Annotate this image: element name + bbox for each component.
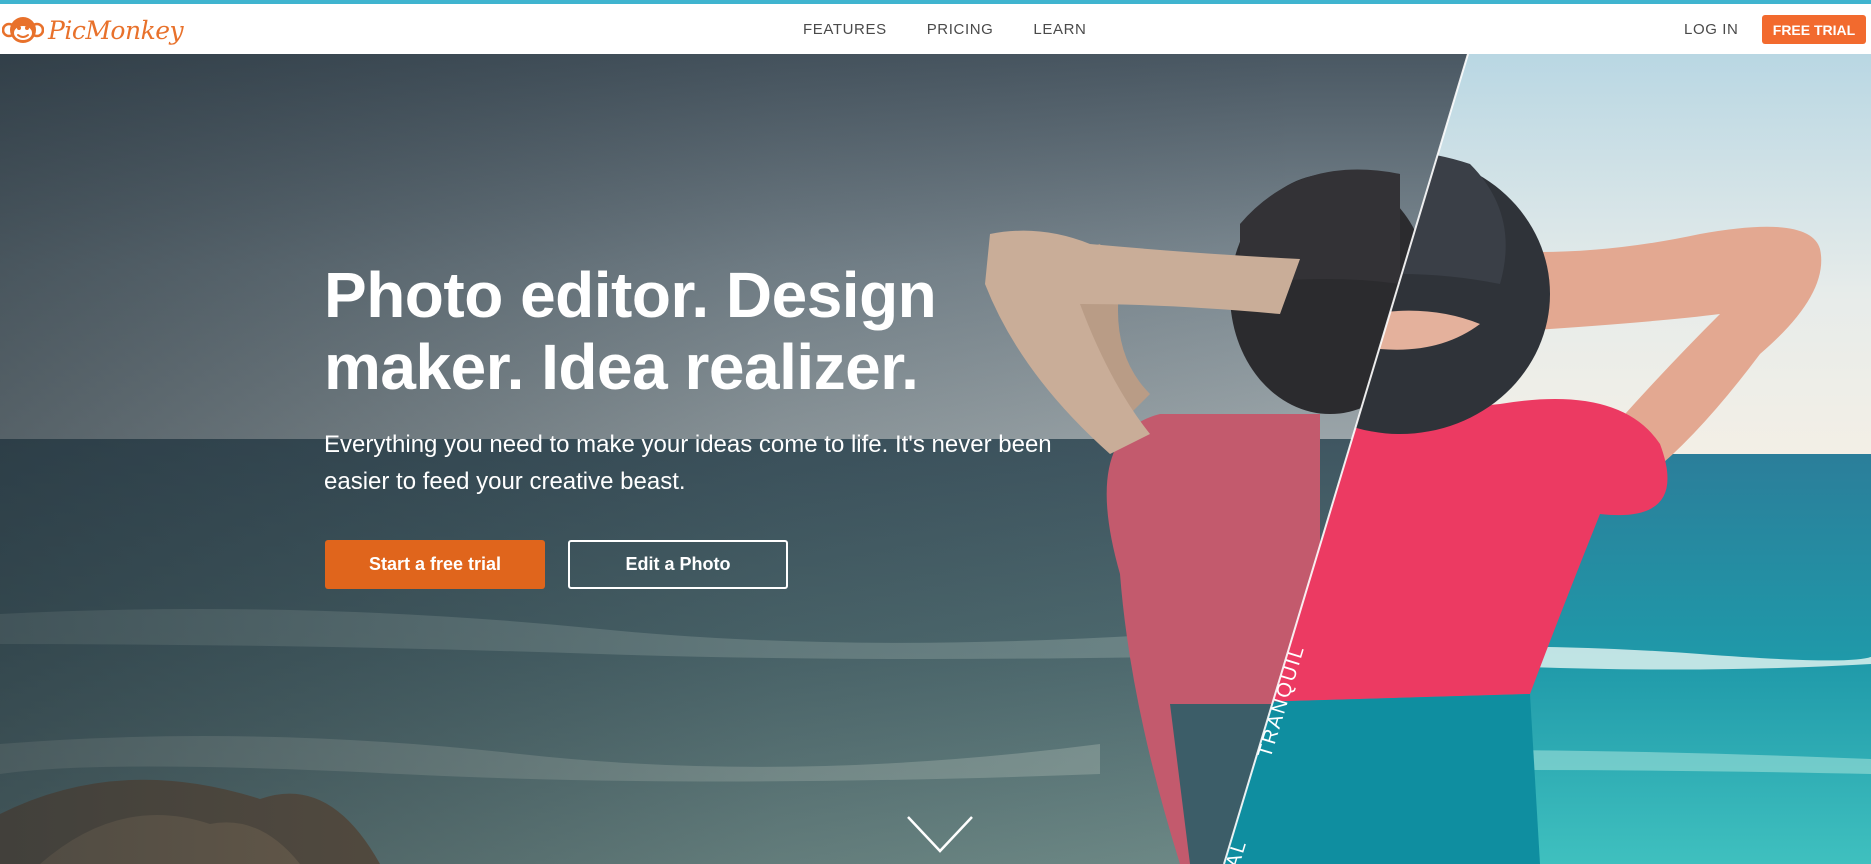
brand-wordmark: PicMonkey <box>48 15 184 45</box>
hero-section: TRANQUIL AL Photo editor. Design maker. … <box>0 54 1871 864</box>
start-free-trial-button[interactable]: Start a free trial <box>325 540 545 589</box>
nav-learn-link[interactable]: LEARN <box>1033 21 1086 38</box>
monkey-logo-icon <box>2 17 44 43</box>
edit-photo-button[interactable]: Edit a Photo <box>568 540 788 589</box>
nav-pricing-link[interactable]: PRICING <box>927 21 994 38</box>
hero-headline: Photo editor. Design maker. Idea realize… <box>324 259 937 403</box>
top-navbar: PicMonkey FEATURES PRICING LEARN LOG IN … <box>0 4 1871 54</box>
main-nav: FEATURES PRICING LEARN <box>803 21 1086 38</box>
chevron-down-icon[interactable] <box>906 815 974 855</box>
hero-subtext: Everything you need to make your ideas c… <box>324 431 1052 495</box>
brand-logo[interactable]: PicMonkey <box>2 12 184 48</box>
nav-features-link[interactable]: FEATURES <box>803 21 887 38</box>
free-trial-button[interactable]: FREE TRIAL <box>1762 15 1866 44</box>
login-link[interactable]: LOG IN <box>1684 21 1738 38</box>
